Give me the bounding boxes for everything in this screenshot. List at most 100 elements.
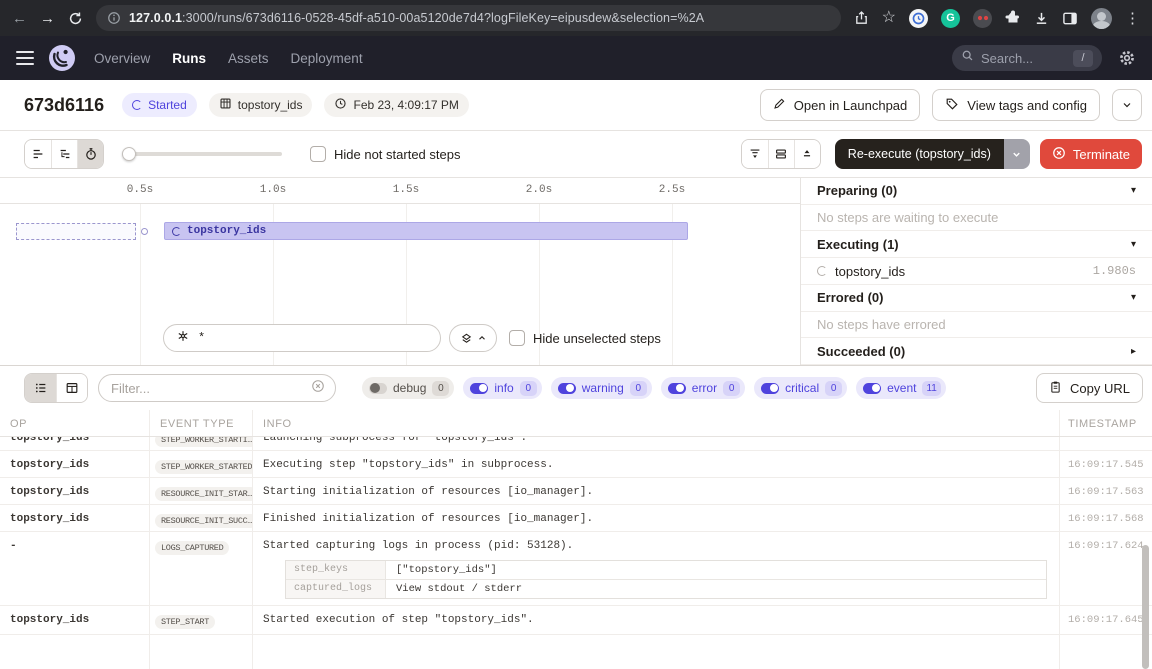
log-row[interactable]: - LOGS_CAPTURED Started capturing logs i… — [0, 532, 1152, 606]
graph-query-toggle-button[interactable] — [449, 324, 497, 352]
log-row-tools-group — [741, 139, 821, 169]
section-errored[interactable]: Errored (0) ▾ — [801, 285, 1152, 312]
step-selector-input[interactable] — [163, 324, 441, 352]
run-toolbar: Hide not started steps Re-execute (topst… — [0, 131, 1152, 177]
executing-step-row[interactable]: topstory_ids 1.980s — [801, 258, 1152, 285]
dagster-logo[interactable] — [48, 44, 76, 72]
level-count: 0 — [432, 381, 449, 396]
axis-tick: 2.0s — [526, 184, 552, 196]
log-scrollbar-thumb[interactable] — [1142, 545, 1149, 669]
browser-menu-icon[interactable]: ⋮ — [1125, 11, 1140, 26]
spinner-icon — [817, 266, 827, 276]
extensions-puzzle-icon[interactable] — [1005, 10, 1021, 26]
search-icon — [961, 49, 974, 67]
event-type-chip: RESOURCE_INIT_SUCC… — [155, 514, 252, 528]
level-toggle-event[interactable]: event11 — [856, 377, 946, 399]
reexecute-split-button: Re-execute (topstory_ids) — [835, 139, 1030, 169]
downloads-icon[interactable] — [1034, 11, 1049, 26]
gridline — [140, 204, 141, 365]
forward-icon[interactable]: → — [40, 11, 55, 26]
log-view-mode-group — [24, 373, 88, 403]
clear-filter-icon[interactable] — [311, 379, 325, 398]
run-actions-chevron-button[interactable] — [1112, 89, 1142, 121]
share-icon[interactable] — [854, 10, 869, 26]
level-toggle-error[interactable]: error0 — [661, 377, 745, 399]
section-executing[interactable]: Executing (1) ▾ — [801, 231, 1152, 258]
extension-g-icon[interactable]: G — [941, 9, 960, 28]
captured-logs-link[interactable]: View stdout / stderr — [386, 580, 532, 598]
log-table-header: OP EVENT TYPE INFO TIMESTAMP — [0, 410, 1152, 437]
reexecute-dropdown[interactable] — [1004, 139, 1030, 169]
log-row[interactable]: topstory_ids STEP_START Started executio… — [0, 606, 1152, 635]
rows-icon[interactable] — [768, 140, 794, 168]
run-header: 673d6116 Started topstory_ids Feb 23, 4:… — [0, 80, 1152, 131]
extension-dark-icon[interactable] — [973, 9, 992, 28]
info-circle-icon[interactable] — [107, 11, 121, 25]
job-grid-icon — [219, 97, 232, 113]
extension-clock-icon[interactable] — [909, 9, 928, 28]
bookmark-star-icon[interactable]: ☆ — [882, 10, 896, 26]
waterfall-view-icon[interactable] — [51, 140, 77, 168]
timed-view-icon[interactable] — [77, 140, 103, 168]
level-toggle-debug[interactable]: debug0 — [362, 377, 454, 399]
circle-x-icon — [1052, 146, 1066, 163]
flat-view-icon[interactable] — [25, 140, 51, 168]
nav-item-overview[interactable]: Overview — [94, 51, 150, 66]
terminate-button[interactable]: Terminate — [1040, 139, 1142, 169]
level-count: 0 — [520, 381, 537, 396]
col-timestamp: TIMESTAMP — [1068, 418, 1137, 430]
gantt-step-bar[interactable]: topstory_ids — [164, 222, 688, 240]
reload-icon[interactable] — [68, 11, 83, 26]
toggle-switch — [668, 383, 686, 394]
level-toggle-critical[interactable]: critical0 — [754, 377, 847, 399]
clipboard-icon — [1049, 380, 1062, 397]
hide-not-started-checkbox[interactable] — [310, 146, 326, 162]
settings-gear-icon[interactable] — [1118, 49, 1136, 67]
log-row[interactable]: topstory_ids RESOURCE_INIT_SUCC… Finishe… — [0, 505, 1152, 532]
url-text: 127.0.0.1:3000/runs/673d6116-0528-45df-a… — [129, 11, 704, 25]
profile-avatar[interactable] — [1091, 8, 1112, 29]
structured-view-icon[interactable] — [56, 374, 87, 402]
job-name-badge[interactable]: topstory_ids — [209, 93, 313, 117]
url-bar[interactable]: 127.0.0.1:3000/runs/673d6116-0528-45df-a… — [96, 5, 841, 31]
event-type-chip: STEP_WORKER_STARTED — [155, 460, 252, 474]
toggle-switch — [470, 383, 488, 394]
copy-url-button[interactable]: Copy URL — [1036, 373, 1143, 403]
nav-item-deployment[interactable]: Deployment — [291, 51, 363, 66]
log-filter-input[interactable] — [111, 381, 311, 396]
step-selector-value[interactable] — [198, 331, 428, 345]
section-preparing[interactable]: Preparing (0) ▾ — [801, 178, 1152, 205]
section-succeeded[interactable]: Succeeded (0) ▸ — [801, 338, 1152, 365]
side-panel-icon[interactable] — [1062, 11, 1078, 26]
log-panel: debug0 info0 warning0 error0 critical0 e… — [0, 366, 1152, 669]
reexecute-button[interactable]: Re-execute (topstory_ids) — [835, 139, 1004, 169]
gantt-time-axis: 0.5s 1.0s 1.5s 2.0s 2.5s — [0, 178, 800, 204]
app-nav: Overview Runs Assets Deployment Search..… — [0, 36, 1152, 80]
hide-unselected-checkbox[interactable] — [509, 330, 525, 346]
open-in-launchpad-button[interactable]: Open in Launchpad — [760, 89, 920, 121]
gantt-connector-dot — [141, 228, 148, 235]
toggle-switch — [369, 383, 387, 394]
zoom-slider-knob[interactable] — [122, 147, 136, 161]
zoom-slider[interactable] — [122, 152, 282, 156]
expand-top-icon[interactable] — [794, 140, 820, 168]
log-row[interactable]: topstory_ids RESOURCE_INIT_STAR… Startin… — [0, 478, 1152, 505]
collapse-filter-icon[interactable] — [742, 140, 768, 168]
log-filter-bar: debug0 info0 warning0 error0 critical0 e… — [0, 366, 1152, 410]
level-toggle-warning[interactable]: warning0 — [551, 377, 652, 399]
global-search[interactable]: Search... / — [952, 45, 1102, 71]
level-count: 11 — [922, 381, 940, 396]
nav-item-runs[interactable]: Runs — [172, 51, 206, 66]
log-row[interactable]: topstory_ids STEP_WORKER_STARTI… Launchi… — [0, 437, 1152, 451]
back-icon[interactable]: ← — [12, 11, 27, 26]
view-tags-config-button[interactable]: View tags and config — [932, 89, 1100, 121]
hamburger-menu-icon[interactable] — [16, 51, 34, 66]
log-row[interactable]: topstory_ids STEP_WORKER_STARTED Executi… — [0, 451, 1152, 478]
pencil-icon — [773, 97, 786, 113]
screen: ← → 127.0.0.1:3000/runs/673d6116-0528-45… — [0, 0, 1152, 669]
search-shortcut-key: / — [1073, 50, 1093, 67]
nav-item-assets[interactable]: Assets — [228, 51, 269, 66]
list-view-icon[interactable] — [25, 374, 56, 402]
step-name: topstory_ids — [835, 264, 905, 279]
level-toggle-info[interactable]: info0 — [463, 377, 541, 399]
